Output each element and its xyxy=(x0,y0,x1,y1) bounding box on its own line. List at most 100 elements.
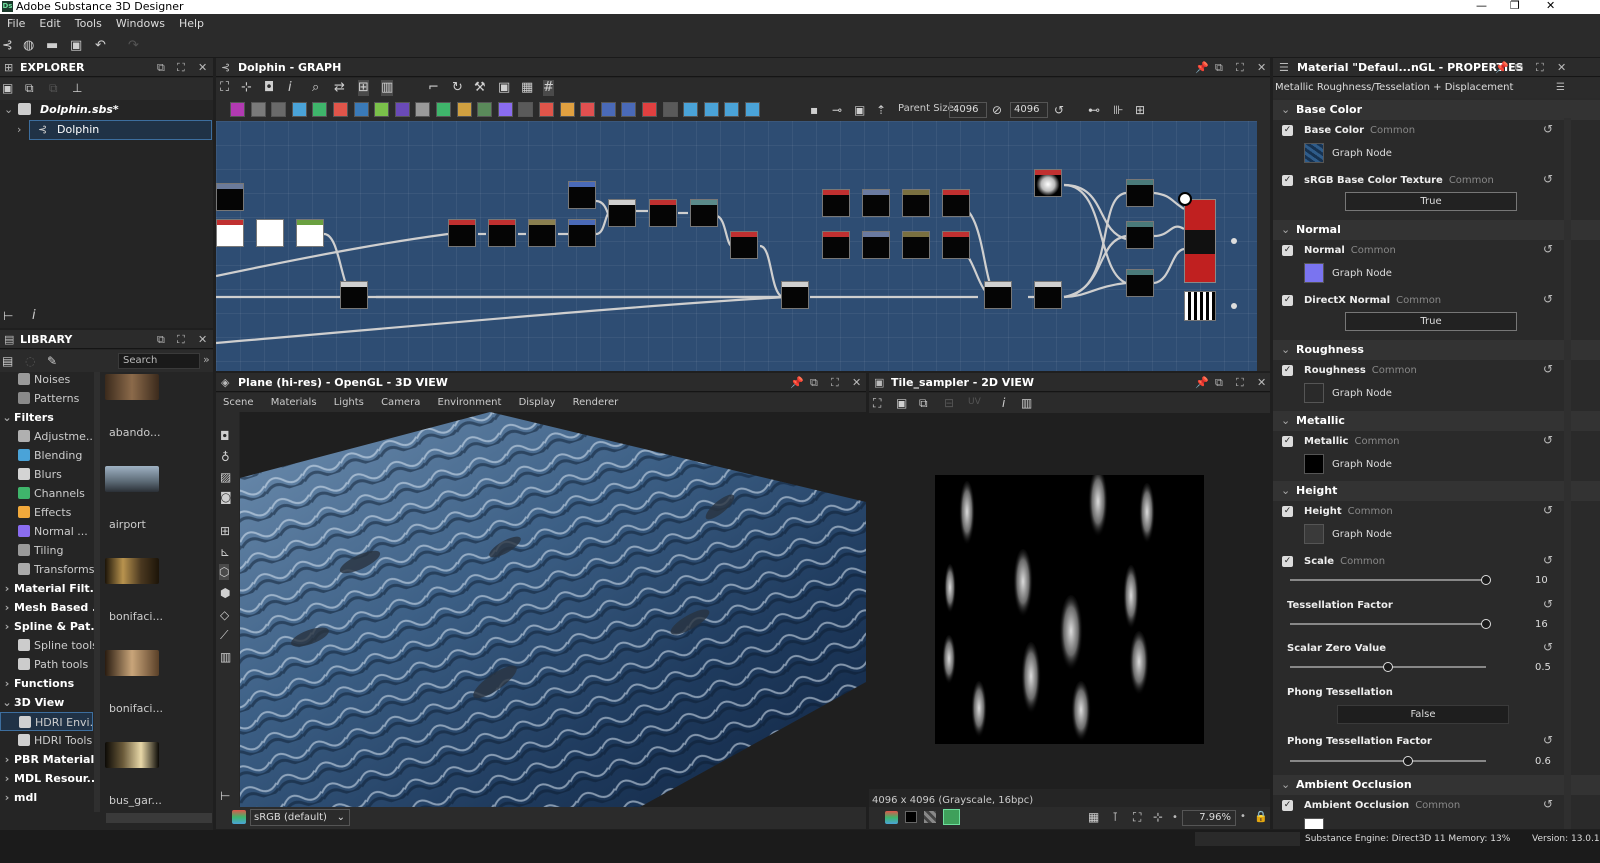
menu-scene[interactable]: Scene xyxy=(223,397,254,408)
frame-icon[interactable]: ⛶ xyxy=(873,395,881,411)
expand-arrow-icon[interactable]: › xyxy=(17,121,21,139)
parent-size-select[interactable]: 4096 ⌄ xyxy=(949,102,987,129)
zoom-reset-icon[interactable]: • xyxy=(1240,811,1246,822)
section-metallic[interactable]: ⌄ Metallic xyxy=(1273,411,1600,431)
graph-node[interactable] xyxy=(256,219,284,247)
menu-tools[interactable]: Tools xyxy=(68,14,109,34)
phong-factor-value[interactable]: 0.6 xyxy=(1535,756,1551,767)
histogram-icon[interactable]: ▥ xyxy=(1021,395,1032,411)
checkbox[interactable]: ✓ xyxy=(1282,800,1293,811)
height-thumb[interactable] xyxy=(1304,524,1324,544)
lock-icon[interactable]: 🔒 xyxy=(1254,810,1268,823)
graph-node[interactable] xyxy=(528,219,556,247)
menu-lights[interactable]: Lights xyxy=(334,397,364,408)
slider-knob[interactable] xyxy=(1383,662,1393,672)
collapse-arrow-icon[interactable]: ⌄ xyxy=(1281,775,1290,795)
reset-icon[interactable]: ↺ xyxy=(1543,597,1553,611)
atomic-node-icon[interactable] xyxy=(621,102,637,117)
atomic-node-icon[interactable] xyxy=(436,102,451,117)
srgb-toggle-button[interactable]: True xyxy=(1345,192,1517,211)
reset-icon[interactable]: ↺ xyxy=(1543,733,1553,747)
hdri-thumbnail[interactable] xyxy=(105,374,159,400)
panel-float-icon[interactable]: ⧉ xyxy=(1215,373,1223,392)
marker-icon[interactable]: ⇡ xyxy=(876,102,886,118)
panel-float-icon[interactable]: ⧉ xyxy=(1215,58,1223,77)
panel-maximize-icon[interactable]: ⛶ xyxy=(1536,58,1544,77)
menu-renderer[interactable]: Renderer xyxy=(573,397,619,408)
save-package-icon[interactable]: ▣ xyxy=(2,80,13,96)
graph-node[interactable] xyxy=(781,281,809,309)
atomic-node-icon[interactable] xyxy=(415,102,431,117)
checkbox[interactable]: ✓ xyxy=(1282,125,1293,136)
graph-node[interactable] xyxy=(296,219,324,247)
atomic-node-icon[interactable] xyxy=(683,102,699,117)
collapse-arrow-icon[interactable]: ⌄ xyxy=(1281,411,1290,431)
redo-icon[interactable]: ↷ xyxy=(128,38,139,54)
box-icon[interactable]: ⬢ xyxy=(220,585,230,601)
new-package-icon[interactable]: ◍ xyxy=(23,38,34,54)
collapse-arrow-icon[interactable]: ⌄ xyxy=(1281,220,1290,240)
graph-node[interactable] xyxy=(942,189,970,217)
atomic-node-icon[interactable] xyxy=(580,102,596,117)
bg-checker-icon[interactable] xyxy=(924,811,936,823)
graph-node[interactable] xyxy=(942,231,970,259)
reset-icon[interactable]: ↺ xyxy=(1543,553,1553,567)
phong-factor-slider[interactable] xyxy=(1290,756,1486,766)
bg-view-icon[interactable] xyxy=(943,809,960,825)
graph-node[interactable] xyxy=(448,219,476,247)
cube-view-icon[interactable]: ⬡ xyxy=(219,564,230,580)
graph-node[interactable] xyxy=(216,183,244,211)
pin-node-icon[interactable]: ⊸ xyxy=(832,102,842,118)
atomic-node-icon[interactable] xyxy=(353,102,369,117)
panel-maximize-icon[interactable]: ⛶ xyxy=(831,373,839,392)
menu-help[interactable]: Help xyxy=(172,14,211,34)
pin-icon[interactable]: 📌 xyxy=(790,373,804,392)
panel-close-icon[interactable]: ✕ xyxy=(1257,373,1266,392)
slider-knob[interactable] xyxy=(1403,756,1413,766)
colorspace-select[interactable]: sRGB (default) ⌄ xyxy=(250,809,350,826)
panel-close-icon[interactable]: ✕ xyxy=(852,373,861,392)
atomic-node-icon[interactable] xyxy=(539,102,554,117)
maximize-icon[interactable]: ❐ xyxy=(1510,0,1520,12)
menu-camera[interactable]: Camera xyxy=(381,397,420,408)
atomic-node-icon[interactable] xyxy=(230,102,245,117)
collapse-arrow-icon[interactable]: ⌄ xyxy=(1281,100,1290,120)
section-height[interactable]: ⌄ Height xyxy=(1273,481,1600,501)
checkbox[interactable]: ✓ xyxy=(1282,556,1293,567)
plane-icon[interactable]: ◇ xyxy=(220,607,229,623)
graph-node[interactable] xyxy=(1126,221,1154,249)
new-resource-icon[interactable]: ⧉ xyxy=(25,80,34,96)
section-normal[interactable]: ⌄ Normal xyxy=(1273,220,1600,240)
grid-icon[interactable]: ⊞ xyxy=(220,523,230,539)
light-icon[interactable]: ♁ xyxy=(221,449,230,465)
actual-size-icon[interactable]: ⊹ xyxy=(1153,809,1163,825)
slider-knob[interactable] xyxy=(1481,619,1491,629)
tree-icon[interactable]: ⊢ xyxy=(3,308,13,324)
export-icon[interactable]: ▣ xyxy=(498,80,510,96)
minimize-icon[interactable]: — xyxy=(1476,0,1487,12)
menu-edit[interactable]: Edit xyxy=(32,14,67,34)
link-icon[interactable]: ⧉ xyxy=(49,80,58,96)
connect-icon[interactable]: ⌐ xyxy=(428,80,439,96)
atomic-node-icon[interactable] xyxy=(250,102,266,117)
view3d-viewport[interactable] xyxy=(240,412,866,807)
reset-icon[interactable]: ↺ xyxy=(1543,172,1553,186)
atomic-node-icon[interactable] xyxy=(333,102,348,117)
layers-icon[interactable]: ⊢ xyxy=(220,788,230,804)
rotate-icon[interactable]: ↻ xyxy=(452,80,463,96)
properties-scrollbar[interactable] xyxy=(1564,118,1571,829)
pin-icon[interactable]: 📌 xyxy=(1195,373,1209,392)
reset-icon[interactable]: ↺ xyxy=(1543,503,1553,517)
link-nodes-icon[interactable]: ⇄ xyxy=(334,80,345,96)
environment-icon[interactable]: ▨ xyxy=(220,469,231,485)
graph-node[interactable] xyxy=(902,231,930,259)
scale-value[interactable]: 10 xyxy=(1535,575,1548,586)
scalar-zero-slider[interactable] xyxy=(1290,662,1486,672)
graph-node[interactable] xyxy=(216,219,244,247)
atomic-node-icon[interactable] xyxy=(374,102,390,117)
layout-icon[interactable]: ▥ xyxy=(381,80,394,96)
checkbox[interactable]: ✓ xyxy=(1282,175,1293,186)
section-base-color[interactable]: ⌄ Base Color xyxy=(1273,100,1600,120)
hdri-thumbnail[interactable] xyxy=(105,558,159,584)
panel-close-icon[interactable]: ✕ xyxy=(1557,58,1566,77)
